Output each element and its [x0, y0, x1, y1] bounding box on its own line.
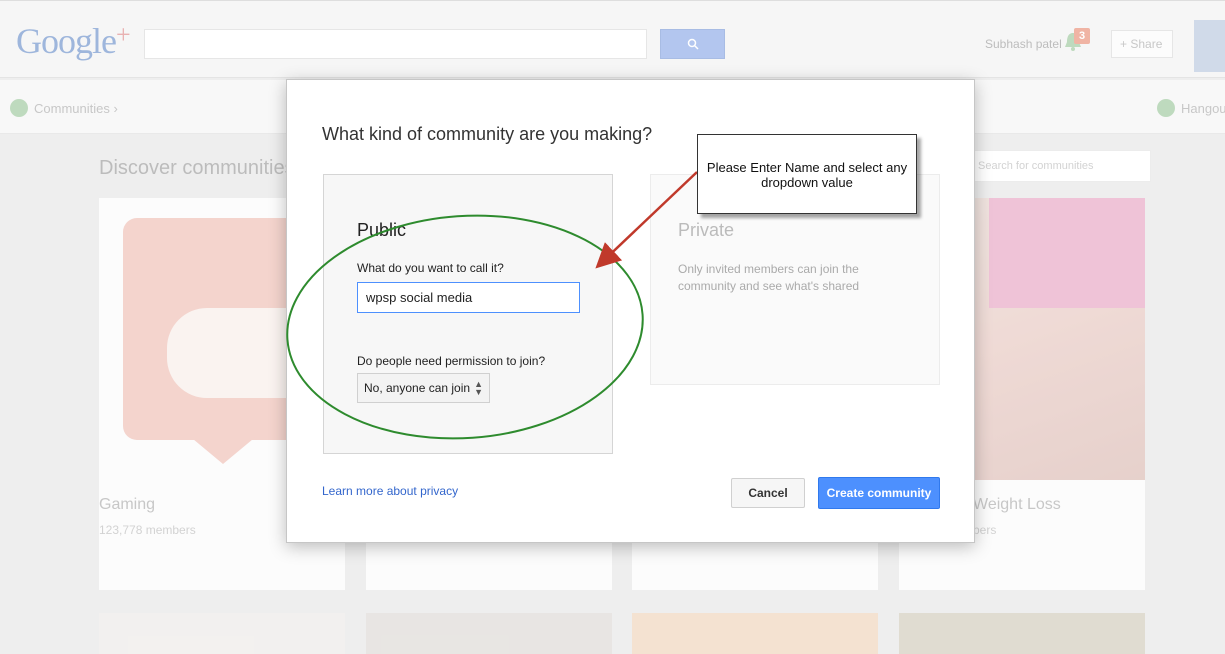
create-community-button[interactable]: Create community	[818, 477, 940, 509]
annotation-callout: Please Enter Name and select any dropdow…	[697, 134, 917, 214]
public-option-panel[interactable]: Public What do you want to call it? Do p…	[323, 174, 613, 454]
permission-selected-value: No, anyone can join	[364, 381, 471, 395]
private-heading: Private	[678, 220, 735, 240]
private-description: Only invited members can join the commun…	[678, 262, 860, 293]
up-down-arrow-icon: ▲ ▼	[474, 379, 483, 397]
permission-dropdown[interactable]: No, anyone can join ▲ ▼	[357, 373, 490, 403]
community-name-label: What do you want to call it?	[357, 261, 504, 275]
community-name-input[interactable]	[357, 282, 580, 313]
learn-privacy-link[interactable]: Learn more about privacy	[322, 484, 458, 498]
permission-label: Do people need permission to join?	[357, 354, 546, 368]
cancel-button[interactable]: Cancel	[731, 478, 805, 508]
dialog-title: What kind of community are you making?	[322, 124, 653, 144]
public-heading: Public	[357, 220, 407, 240]
